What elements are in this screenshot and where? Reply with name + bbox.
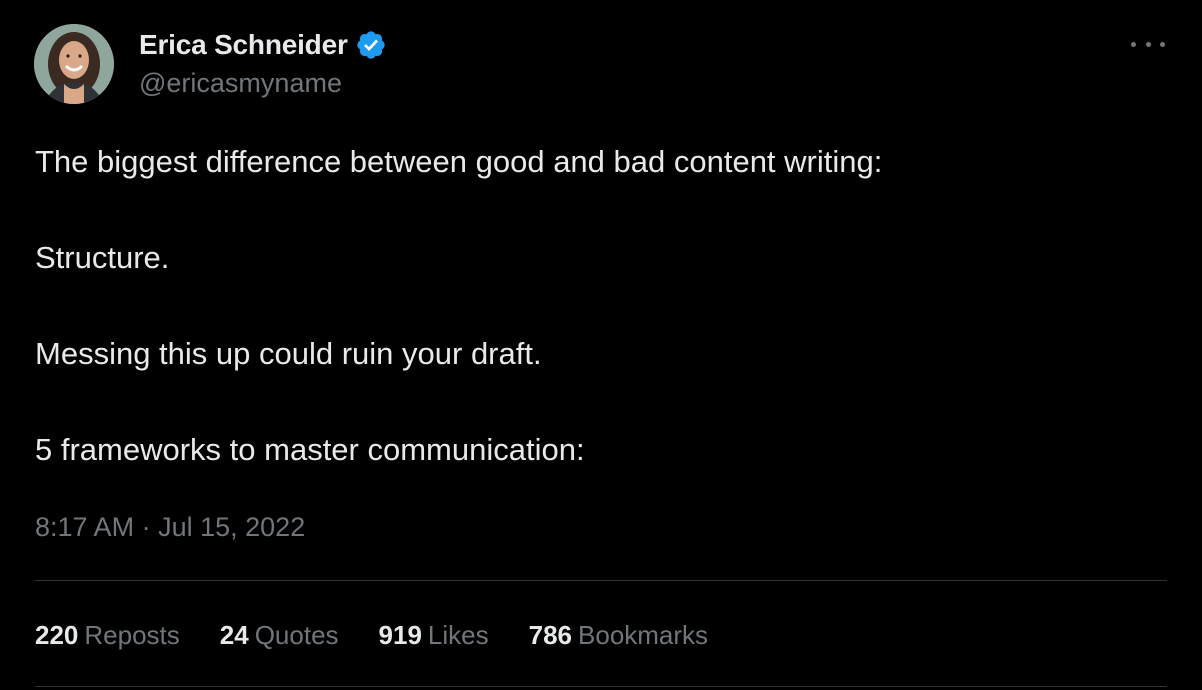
tweet-date: Jul 15, 2022 [158,512,306,542]
tweet-timestamp[interactable]: 8:17 AM · Jul 15, 2022 [35,512,305,543]
tweet-card: Erica Schneider @ericasmyname The bigges… [0,0,1202,690]
timestamp-separator: · [141,512,151,542]
reposts-count: 220 [35,620,79,650]
tweet-text: The biggest difference between good and … [35,146,1155,466]
quotes-count: 24 [219,620,249,650]
quotes-label: Quotes [254,620,339,650]
tweet-paragraph: Structure. [35,240,170,275]
tweet-paragraph: The biggest difference between good and … [35,144,883,179]
verified-badge-icon[interactable] [355,29,387,61]
more-options-icon[interactable] [1128,30,1168,58]
avatar-image [34,24,114,104]
likes-stat[interactable]: 919 Likes [379,618,489,652]
author-display-name[interactable]: Erica Schneider [139,29,348,61]
likes-count: 919 [378,620,422,650]
tweet-time: 8:17 AM [35,512,135,542]
reposts-stat[interactable]: 220 Reposts [35,618,180,652]
tweet-paragraph: 5 frameworks to master communication: [35,432,585,467]
divider [35,686,1167,687]
bookmarks-count: 786 [528,620,573,650]
author-name-row: Erica Schneider [139,26,387,64]
divider [35,580,1167,581]
engagement-stats: 220 Reposts 24 Quotes 919 Likes 786 Bookmark… [35,618,748,652]
avatar[interactable] [34,24,114,104]
reposts-label: Reposts [84,620,180,650]
tweet-paragraph: Messing this up could ruin your draft. [35,336,542,371]
bookmarks-stat[interactable]: 786 Bookmarks [529,618,708,652]
bookmarks-label: Bookmarks [578,620,709,650]
quotes-stat[interactable]: 24 Quotes [220,618,339,652]
author-handle[interactable]: @ericasmyname [139,68,342,99]
likes-label: Likes [427,620,489,650]
